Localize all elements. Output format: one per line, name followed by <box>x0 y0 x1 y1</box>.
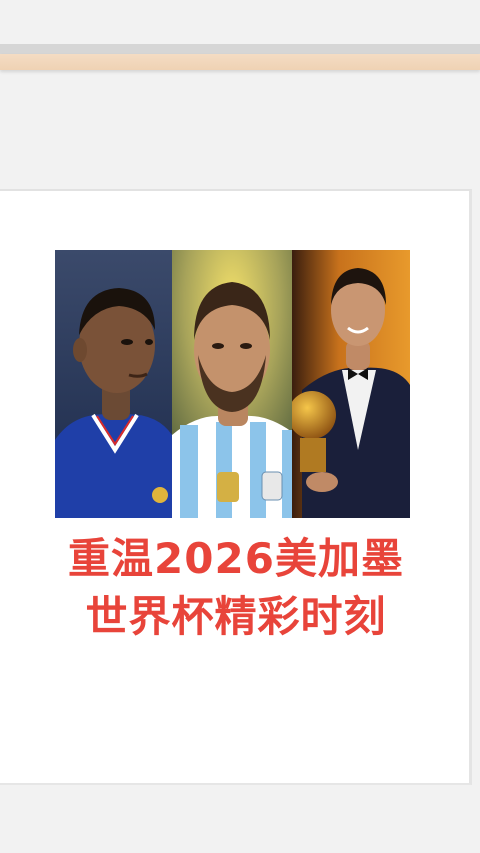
wood-frame-strip <box>0 54 480 70</box>
top-frame-strip <box>0 44 480 54</box>
page: 重温2026美加墨 世界杯精彩时刻 <box>0 0 480 853</box>
photo-ballon-dor-player <box>292 250 410 518</box>
photo-argentina-player <box>172 250 292 518</box>
headline-line-1: 重温2026美加墨 <box>68 534 404 583</box>
photo-france-player <box>55 250 172 518</box>
photo-collage <box>55 250 410 518</box>
headline-line-2: 世界杯精彩时刻 <box>85 592 387 641</box>
